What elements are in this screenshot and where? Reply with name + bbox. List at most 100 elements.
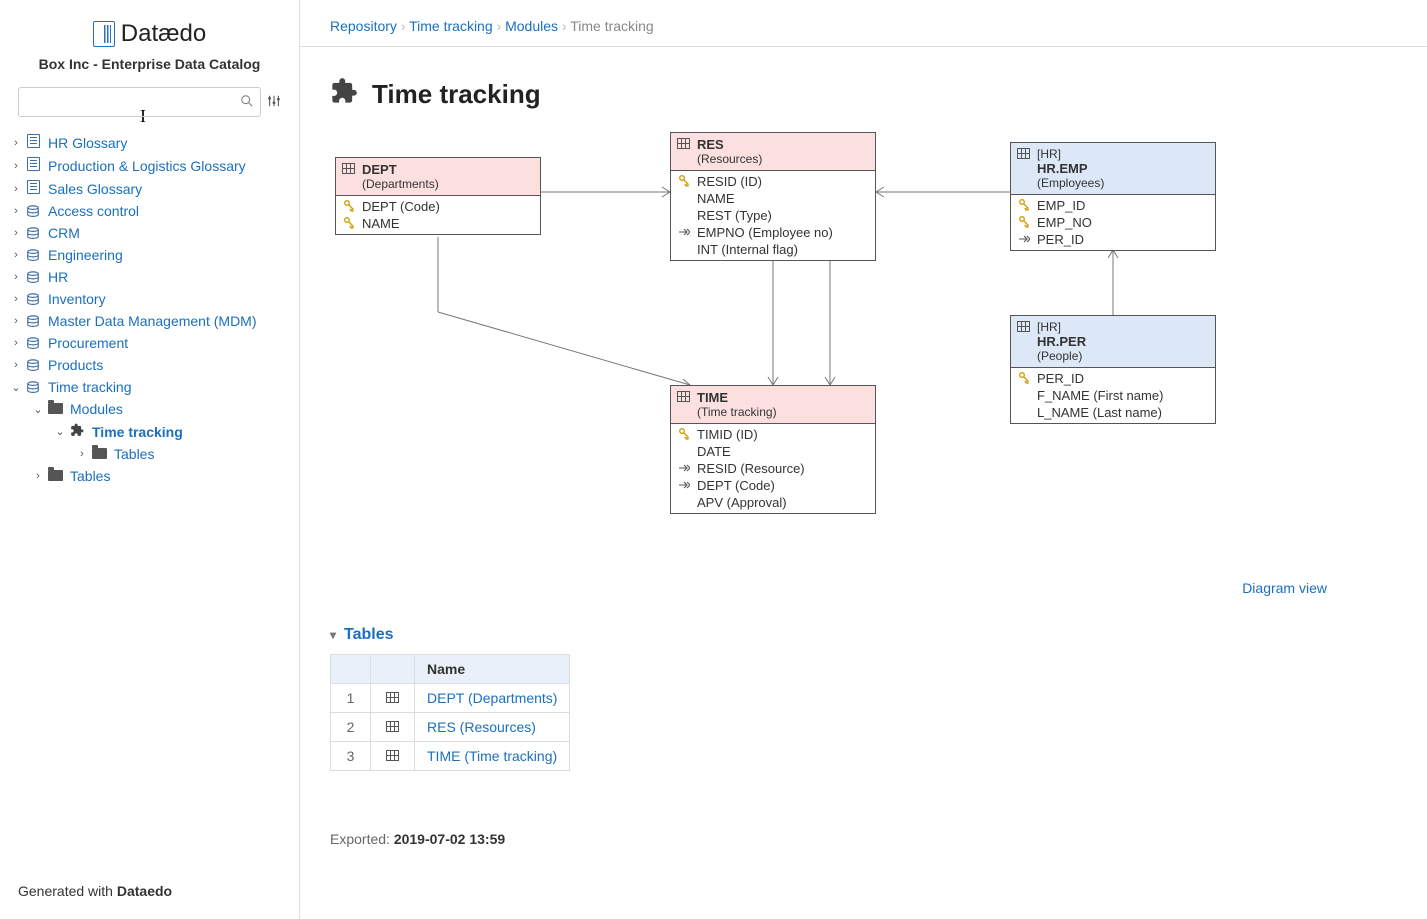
node-title: RES [697,137,867,152]
caret-icon[interactable]: › [10,337,22,349]
sidebar-item[interactable]: › HR [10,266,289,288]
filter-icon[interactable] [267,94,281,111]
database-icon [26,247,40,259]
node-desc: (Time tracking) [697,405,867,419]
logo-text: Datædo [121,20,206,48]
sidebar-item[interactable]: › Engineering [10,244,289,266]
table-row: 3 TIME (Time tracking) [331,742,570,771]
sidebar-item-label: Products [48,357,103,373]
breadcrumb-link[interactable]: Modules [505,18,558,34]
node-title: HR.EMP [1037,161,1207,176]
node-res[interactable]: RES (Resources) RESID (ID)NAMEREST (Type… [670,132,876,261]
sidebar-item[interactable]: › Sales Glossary [10,177,289,200]
sidebar-item-label: Engineering [48,247,123,263]
row-number: 2 [331,713,371,742]
node-hrper[interactable]: [HR] HR.PER (People) PER_IDF_NAME (First… [1010,315,1216,424]
sidebar-item[interactable]: › Access control [10,200,289,222]
sidebar-item[interactable]: › CRM [10,222,289,244]
caret-icon[interactable]: › [76,448,88,460]
breadcrumb-link[interactable]: Time tracking [409,18,493,34]
sidebar-item-label: Access control [48,203,139,219]
sidebar-item-label: Inventory [48,291,106,307]
column-row: DEPT (Code) [671,477,875,494]
pk-icon [1017,216,1031,231]
column-row: DATE [671,443,875,460]
sidebar-item-label: CRM [48,225,80,241]
caret-icon[interactable]: › [10,315,22,327]
row-icon [371,713,415,742]
sidebar-item-label: Tables [114,446,154,462]
caret-icon[interactable]: › [10,205,22,217]
tables-table: Name 1 DEPT (Departments) 2 RES (Resourc… [330,654,570,771]
sidebar-item[interactable]: › Tables [10,443,289,465]
diagram-view-link[interactable]: Diagram view [1242,580,1327,596]
table-link[interactable]: RES (Resources) [427,719,536,735]
sidebar-item-label: Procurement [48,335,128,351]
table-header-name: Name [415,655,570,684]
caret-icon[interactable]: ⌄ [32,403,44,416]
sidebar-item[interactable]: › HR Glossary [10,131,289,154]
database-icon [26,291,40,303]
column-row: APV (Approval) [671,494,875,511]
search-box[interactable] [18,87,261,117]
sidebar-item-label: Production & Logistics Glossary [48,158,246,174]
column-row: NAME [336,215,540,232]
node-dept[interactable]: DEPT (Departments) DEPT (Code)NAME [335,157,541,235]
footer-brand: Dataedo [117,883,172,899]
column-row: REST (Type) [671,207,875,224]
table-icon [677,390,691,404]
sidebar-item[interactable]: ⌄ Time tracking [10,376,289,398]
sidebar-item[interactable]: › Inventory [10,288,289,310]
caret-icon[interactable]: ⌄ [54,425,66,438]
sidebar-item[interactable]: ⌄ Modules [10,398,289,420]
sidebar-item[interactable]: › Tables [10,465,289,487]
node-title: HR.PER [1037,334,1207,349]
glossary-icon [27,180,40,194]
sidebar-item-label: Time tracking [48,379,132,395]
breadcrumb-current: Time tracking [570,18,654,34]
node-title: TIME [697,390,867,405]
caret-icon[interactable]: › [10,249,22,261]
exported-prefix: Exported: [330,831,394,847]
sidebar-item[interactable]: › Procurement [10,332,289,354]
caret-icon[interactable]: › [32,470,44,482]
node-desc: (Resources) [697,152,867,166]
sidebar-item[interactable]: › Production & Logistics Glossary [10,154,289,177]
caret-icon[interactable]: › [10,271,22,283]
page-title: Time tracking [372,79,541,110]
sidebar-item[interactable]: › Products [10,354,289,376]
database-icon [26,379,40,391]
sidebar-item-label: Tables [70,468,110,484]
node-time[interactable]: TIME (Time tracking) TIMID (ID)DATERESID… [670,385,876,514]
search-input[interactable] [19,94,240,110]
sidebar-item-label: Master Data Management (MDM) [48,313,257,329]
caret-icon[interactable]: › [10,160,22,172]
caret-icon[interactable]: ⌄ [10,381,22,394]
fk-icon [677,462,691,476]
tables-section-title[interactable]: Tables [300,616,1427,654]
column-row: PER_ID [1011,231,1215,248]
row-icon [371,684,415,713]
caret-icon[interactable]: › [10,227,22,239]
caret-icon[interactable]: › [10,359,22,371]
node-desc: (Employees) [1037,176,1207,190]
breadcrumb: Repository › Time tracking › Modules › T… [300,0,1427,47]
sidebar: I Datædo Box Inc - Enterprise Data Catal… [0,0,300,919]
caret-icon[interactable]: › [10,137,22,149]
er-diagram[interactable]: DEPT (Departments) DEPT (Code)NAME RES (… [330,132,1397,572]
caret-icon[interactable]: › [10,183,22,195]
node-desc: (Departments) [362,177,532,191]
node-hremp[interactable]: [HR] HR.EMP (Employees) EMP_IDEMP_NOPER_… [1010,142,1216,251]
table-link[interactable]: DEPT (Departments) [427,690,557,706]
breadcrumb-link[interactable]: Repository [330,18,397,34]
row-number: 1 [331,684,371,713]
pk-icon [677,428,691,443]
search-icon[interactable] [240,94,260,111]
row-icon [371,742,415,771]
sidebar-item[interactable]: › Master Data Management (MDM) [10,310,289,332]
table-link[interactable]: TIME (Time tracking) [427,748,557,764]
column-row: DEPT (Code) [336,198,540,215]
caret-icon[interactable]: › [10,293,22,305]
sidebar-item[interactable]: ⌄ Time tracking [10,420,289,443]
fk-icon [1017,233,1031,247]
